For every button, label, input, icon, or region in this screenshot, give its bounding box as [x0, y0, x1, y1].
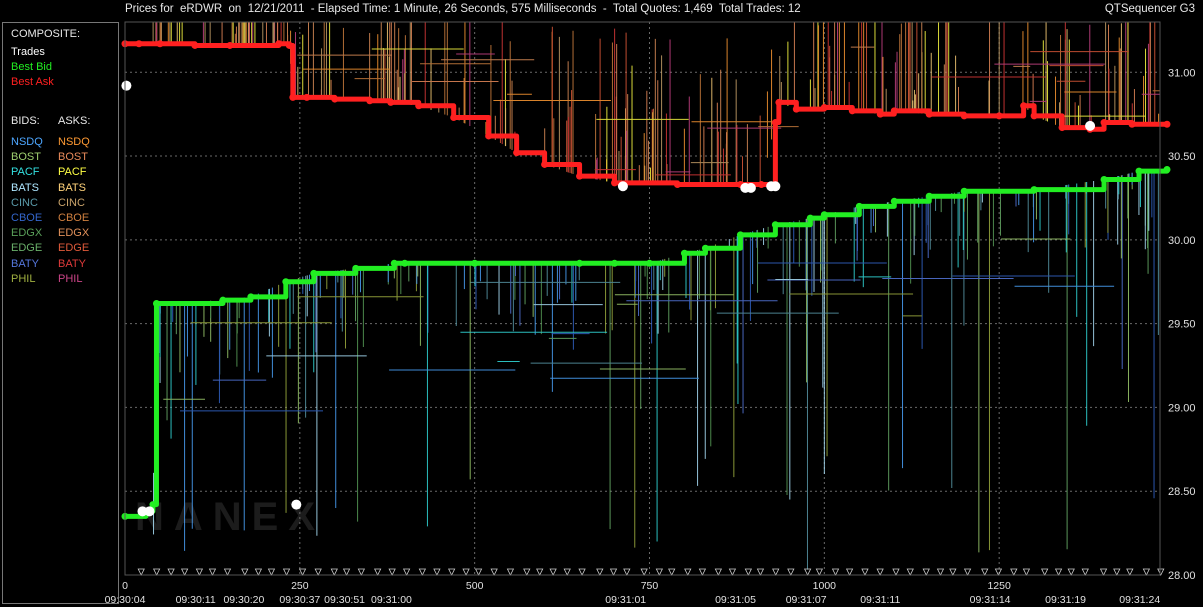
time-label: 09:31:01 — [605, 594, 646, 606]
series-point-best-ask — [541, 160, 549, 168]
series-point-best-bid — [152, 300, 160, 308]
series-point-best-ask — [995, 112, 1003, 120]
series-point-best-ask — [331, 95, 339, 103]
trade-point — [745, 182, 756, 193]
series-point-best-ask — [191, 41, 199, 49]
series-point-best-ask — [285, 41, 293, 49]
y-tick-label: 29.00 — [1168, 402, 1196, 414]
series-point-best-ask — [960, 112, 968, 120]
series-point-best-ask — [848, 107, 856, 115]
series-point-best-ask — [611, 179, 619, 187]
trade-point — [144, 506, 155, 517]
series-point-best-ask — [1058, 124, 1066, 132]
x-tick-label: 500 — [466, 580, 484, 592]
trade-point — [617, 181, 628, 192]
time-label: 09:31:11 — [860, 594, 900, 606]
series-point-best-ask — [1020, 102, 1028, 110]
price-chart: NANEX28.0028.5029.0029.5030.0030.5031.00… — [105, 21, 1196, 606]
series-point-best-bid — [352, 264, 360, 272]
series-point-best-ask — [673, 181, 681, 189]
series-point-best-ask — [1100, 119, 1108, 127]
series-point-best-bid — [1030, 186, 1038, 194]
series-point-best-bid — [247, 293, 255, 301]
series-point-best-bid — [390, 259, 398, 267]
series-point-best-bid — [680, 249, 688, 257]
series-point-best-ask — [485, 132, 493, 140]
y-tick-label: 28.00 — [1168, 570, 1196, 582]
series-point-best-ask — [890, 107, 898, 115]
series-point-best-bid — [645, 259, 653, 267]
series-point-best-ask — [792, 105, 800, 113]
time-label: 09:30:37 — [279, 594, 320, 606]
time-label: 09:31:05 — [715, 594, 756, 606]
series-point-best-ask — [415, 102, 423, 110]
series-point-best-bid — [890, 197, 898, 205]
trade-point — [770, 181, 781, 192]
x-tick-label: 1250 — [987, 580, 1011, 592]
series-point-best-ask — [1163, 120, 1171, 128]
series-point-best-bid — [960, 187, 968, 195]
time-label: 09:31:00 — [371, 594, 412, 606]
series-point-best-ask — [775, 98, 783, 106]
series-point-best-ask — [156, 40, 164, 48]
series-point-best-bid — [771, 221, 779, 229]
x-tick-label: 250 — [291, 580, 309, 592]
time-label: 09:31:19 — [1045, 594, 1086, 606]
trade-point — [1085, 120, 1096, 131]
series-point-best-bid — [1135, 167, 1143, 175]
time-label: 09:30:20 — [223, 594, 264, 606]
series-point-best-bid — [1163, 165, 1171, 173]
series-point-best-bid — [806, 214, 814, 222]
trade-point — [121, 80, 132, 91]
series-point-best-bid — [310, 269, 318, 277]
series-point-best-bid — [855, 202, 863, 210]
time-label: 09:31:14 — [970, 594, 1011, 606]
series-point-best-ask — [226, 41, 234, 49]
time-label: 09:30:51 — [324, 594, 365, 606]
series-point-best-ask — [1030, 112, 1038, 120]
series-point-best-ask — [275, 40, 283, 48]
series-point-best-bid — [1100, 176, 1108, 184]
series-point-best-bid — [736, 231, 744, 239]
series-point-best-ask — [387, 98, 395, 106]
y-tick-label: 30.50 — [1168, 151, 1196, 163]
time-label: 09:31:07 — [786, 594, 827, 606]
time-label: 09:30:11 — [176, 594, 216, 606]
series-point-best-ask — [771, 119, 779, 127]
x-tick-label: 750 — [641, 580, 659, 592]
series-point-best-ask — [820, 103, 828, 111]
y-tick-label: 29.50 — [1168, 319, 1196, 331]
series-point-best-ask — [925, 110, 933, 118]
x-tick-label: 1000 — [813, 580, 837, 592]
series-point-best-ask — [303, 93, 311, 101]
time-label: 09:30:04 — [105, 594, 146, 606]
series-point-best-ask — [513, 149, 521, 157]
series-point-best-ask — [1128, 120, 1136, 128]
y-tick-label: 28.50 — [1168, 486, 1196, 498]
series-point-best-ask — [366, 97, 374, 105]
y-tick-label: 31.00 — [1168, 67, 1196, 79]
x-tick-label: 0 — [122, 580, 128, 592]
series-point-best-ask — [576, 172, 584, 180]
trade-point — [291, 499, 302, 510]
series-point-best-bid — [219, 296, 227, 304]
series-point-best-ask — [876, 110, 884, 118]
series-point-best-bid — [282, 278, 290, 286]
series-point-best-ask — [757, 181, 765, 189]
series-point-best-bid — [576, 259, 584, 267]
series-point-best-bid — [701, 244, 709, 252]
series-point-best-bid — [925, 192, 933, 200]
series-point-best-bid — [820, 211, 828, 219]
series-point-best-ask — [450, 114, 458, 122]
series-point-best-ask — [135, 40, 143, 48]
series-point-best-bid — [471, 259, 479, 267]
series-point-best-bid — [611, 259, 619, 267]
y-tick-label: 30.00 — [1168, 235, 1196, 247]
time-label: 09:31:24 — [1119, 594, 1160, 606]
series-point-best-bid — [401, 259, 409, 267]
series-point-best-ask — [289, 93, 297, 101]
